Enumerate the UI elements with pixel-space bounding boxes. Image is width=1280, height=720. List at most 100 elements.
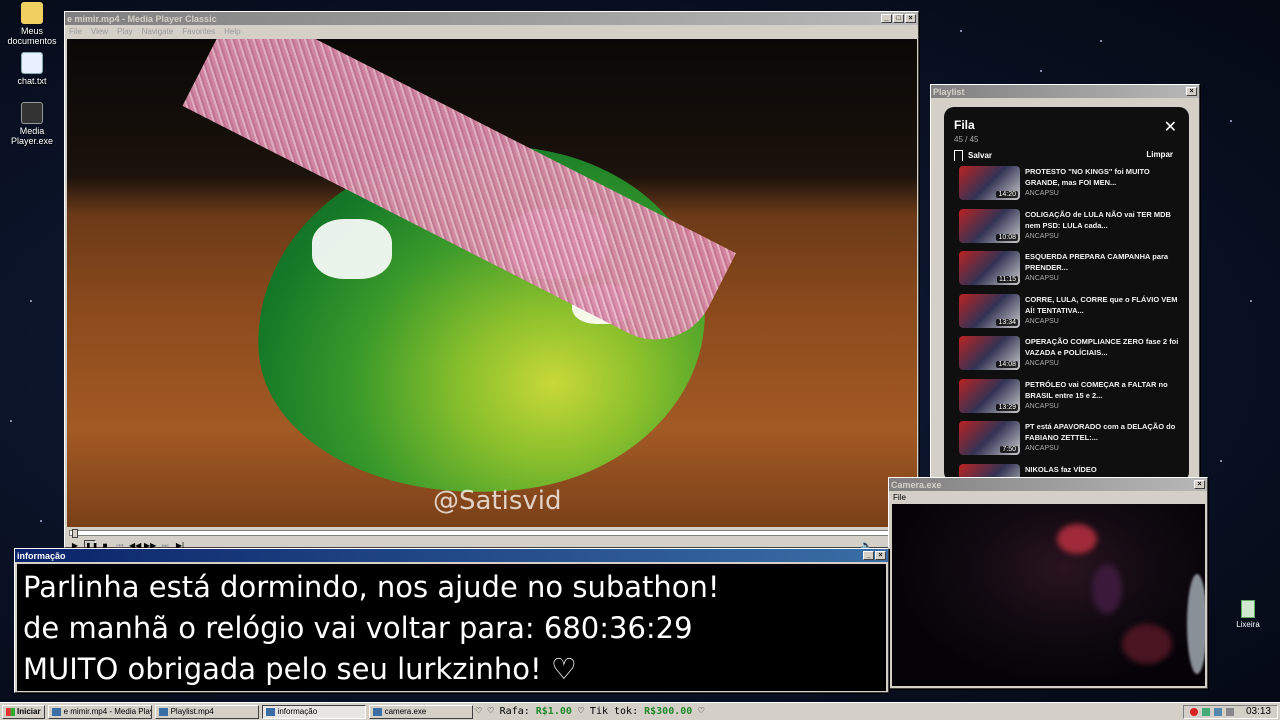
desktop-icon-label: Media Player.exe xyxy=(10,126,54,146)
window-title: Camera.exe xyxy=(891,479,942,490)
video-thumbnail[interactable]: 13:34 xyxy=(959,293,1020,328)
webcam-feed xyxy=(892,504,1205,686)
channel-name: ANCAPSU xyxy=(1025,275,1059,282)
save-button[interactable]: Salvar xyxy=(954,150,992,161)
info-line: Parlinha está dormindo, nos ajude no sub… xyxy=(23,570,720,604)
video-thumbnail[interactable]: 14:20 xyxy=(959,166,1020,200)
desktop-icon-chat[interactable]: chat.txt xyxy=(0,52,64,86)
start-label: Iniciar xyxy=(17,707,41,716)
camera-window[interactable]: Camera.exe × File xyxy=(888,477,1208,689)
close-button[interactable]: × xyxy=(905,14,916,23)
menu-play[interactable]: Play xyxy=(117,27,133,36)
desktop-icon-trash[interactable]: Lixeira xyxy=(1228,600,1268,629)
list-item[interactable]: 14:08 OPERAÇÃO COMPLIANCE ZERO fase 2 fo… xyxy=(944,334,1189,377)
close-button[interactable]: × xyxy=(1186,87,1197,96)
video-thumbnail[interactable]: 10:08 xyxy=(959,208,1020,243)
menu-view[interactable]: View xyxy=(91,27,108,36)
save-label: Salvar xyxy=(968,151,993,160)
highlight xyxy=(312,219,392,279)
video-thumbnail[interactable]: 7:50 xyxy=(959,421,1020,455)
channel-name: ANCAPSU xyxy=(1025,360,1059,367)
task-label: informação xyxy=(277,707,318,716)
playlist-window[interactable]: Playlist × Fila 45 / 45 ✕ Salvar Limpar … xyxy=(930,84,1200,484)
video-title[interactable]: PETRÓLEO vai COMEÇAR a FALTAR no BRASIL … xyxy=(1025,379,1181,401)
playlist-titlebar[interactable]: Playlist × xyxy=(931,85,1199,98)
menu-file[interactable]: File xyxy=(893,493,906,502)
clear-button[interactable]: Limpar xyxy=(1146,150,1173,161)
desktop-icon-documents[interactable]: Meus documentos xyxy=(0,2,64,46)
menu-help[interactable]: Help xyxy=(224,27,240,36)
close-button[interactable]: × xyxy=(1194,480,1205,489)
media-player-titlebar[interactable]: e mimir.mp4 - Media Player Classic _ □ × xyxy=(65,12,918,25)
window-title: informação xyxy=(17,550,66,561)
tiktok-label: ♡ Tik tok: xyxy=(577,706,639,717)
desktop-icon-label: Meus documentos xyxy=(7,26,57,46)
info-titlebar[interactable]: informação _ × xyxy=(15,549,888,562)
queue-title: Fila xyxy=(954,118,975,132)
desktop-icon-label: chat.txt xyxy=(17,76,47,86)
channel-name: ANCAPSU xyxy=(1025,232,1059,240)
shield-icon[interactable] xyxy=(1225,707,1234,716)
video-duration: 11:15 xyxy=(997,276,1018,283)
info-message: Parlinha está dormindo, nos ajude no sub… xyxy=(17,564,886,691)
maximize-button[interactable]: □ xyxy=(893,14,904,23)
list-item[interactable]: 10:08 COLIGAÇÃO de LULA NÃO vai TER MDB … xyxy=(944,207,1189,250)
window-icon xyxy=(51,707,61,716)
task-label: Playlist.mp4 xyxy=(170,707,214,716)
seek-bar[interactable] xyxy=(69,529,914,538)
text-file-icon xyxy=(21,52,43,74)
volume-icon[interactable] xyxy=(1213,707,1222,716)
list-item[interactable]: 14:20 PROTESTO "NO KINGS" foi MUITO GRAN… xyxy=(944,164,1189,207)
desktop-icon-label: Lixeira xyxy=(1236,620,1260,629)
record-icon[interactable] xyxy=(1189,707,1198,716)
network-icon[interactable] xyxy=(1201,707,1210,716)
video-title[interactable]: COLIGAÇÃO de LULA NÃO vai TER MDB nem PS… xyxy=(1025,209,1181,231)
list-item[interactable]: 7:50 PT está APAVORADO com a DELAÇÃO do … xyxy=(944,419,1189,462)
video-title[interactable]: OPERAÇÃO COMPLIANCE ZERO fase 2 foi VAZA… xyxy=(1025,336,1181,358)
seek-knob[interactable] xyxy=(72,529,78,538)
start-button[interactable]: Iniciar xyxy=(2,704,45,719)
video-title[interactable]: PT está APAVORADO com a DELAÇÃO do FABIA… xyxy=(1025,421,1181,443)
video-frame[interactable]: @Satisvid xyxy=(67,39,917,527)
window-icon xyxy=(265,707,275,716)
desktop-icon-media-player[interactable]: Media Player.exe xyxy=(0,102,64,146)
video-title[interactable]: CORRE, LULA, CORRE que o FLÁVIO VEM AÍ! … xyxy=(1025,294,1181,316)
channel-name: ANCAPSU xyxy=(1025,317,1059,325)
channel-name: ANCAPSU xyxy=(1025,402,1059,410)
list-item[interactable]: 13:34 CORRE, LULA, CORRE que o FLÁVIO VE… xyxy=(944,292,1189,335)
taskbar-item-info[interactable]: informação xyxy=(261,704,366,719)
list-item[interactable]: 11:15 ESQUERDA PREPARA CAMPANHA para PRE… xyxy=(944,249,1189,292)
list-item[interactable]: 13:29 PETRÓLEO vai COMEÇAR a FALTAR no B… xyxy=(944,377,1189,420)
video-duration: 13:29 xyxy=(996,403,1018,411)
video-thumbnail[interactable]: 14:08 xyxy=(959,336,1020,370)
window-title: Playlist xyxy=(933,86,965,97)
heart-icon: ♡ xyxy=(698,706,705,717)
menu-bar: File xyxy=(889,491,1207,503)
menu-favorites[interactable]: Favorites xyxy=(182,27,215,36)
video-title[interactable]: ESQUERDA PREPARA CAMPANHA para PRENDER..… xyxy=(1025,251,1181,273)
video-watermark: @Satisvid xyxy=(433,486,562,516)
video-thumbnail[interactable]: 11:15 xyxy=(959,251,1020,285)
taskbar-item-camera[interactable]: camera.exe xyxy=(368,704,473,719)
menu-navigate[interactable]: Navigate xyxy=(142,27,174,36)
minimize-button[interactable]: _ xyxy=(881,14,892,23)
video-thumbnail[interactable]: 13:29 xyxy=(959,378,1020,413)
taskbar-item-media-player[interactable]: e mimir.mp4 - Media Playe... xyxy=(47,704,152,719)
channel-name: ANCAPSU xyxy=(1025,445,1059,452)
info-line: de manhã o relógio vai voltar para: 680:… xyxy=(23,611,693,645)
info-window[interactable]: informação _ × Parlinha está dormindo, n… xyxy=(14,548,889,693)
menu-file[interactable]: File xyxy=(69,27,82,36)
task-label: e mimir.mp4 - Media Playe... xyxy=(63,707,151,716)
media-player-window[interactable]: e mimir.mp4 - Media Player Classic _ □ ×… xyxy=(64,11,919,551)
camera-titlebar[interactable]: Camera.exe × xyxy=(889,478,1207,491)
video-duration: 10:08 xyxy=(996,233,1018,241)
close-icon[interactable]: ✕ xyxy=(1164,117,1177,137)
taskbar-item-playlist[interactable]: Playlist.mp4 xyxy=(154,704,259,719)
video-title[interactable]: NIKOLAS faz VÍDEO xyxy=(1025,464,1097,475)
video-duration: 7:50 xyxy=(1000,446,1018,453)
tiktok-value: R$300.00 xyxy=(644,706,693,717)
minimize-button[interactable]: _ xyxy=(863,551,874,560)
video-title[interactable]: PROTESTO "NO KINGS" foi MUITO GRANDE, ma… xyxy=(1025,166,1181,188)
close-button[interactable]: × xyxy=(875,551,886,560)
info-line: MUITO obrigada pelo seu lurkzinho! ♡ xyxy=(23,652,577,686)
